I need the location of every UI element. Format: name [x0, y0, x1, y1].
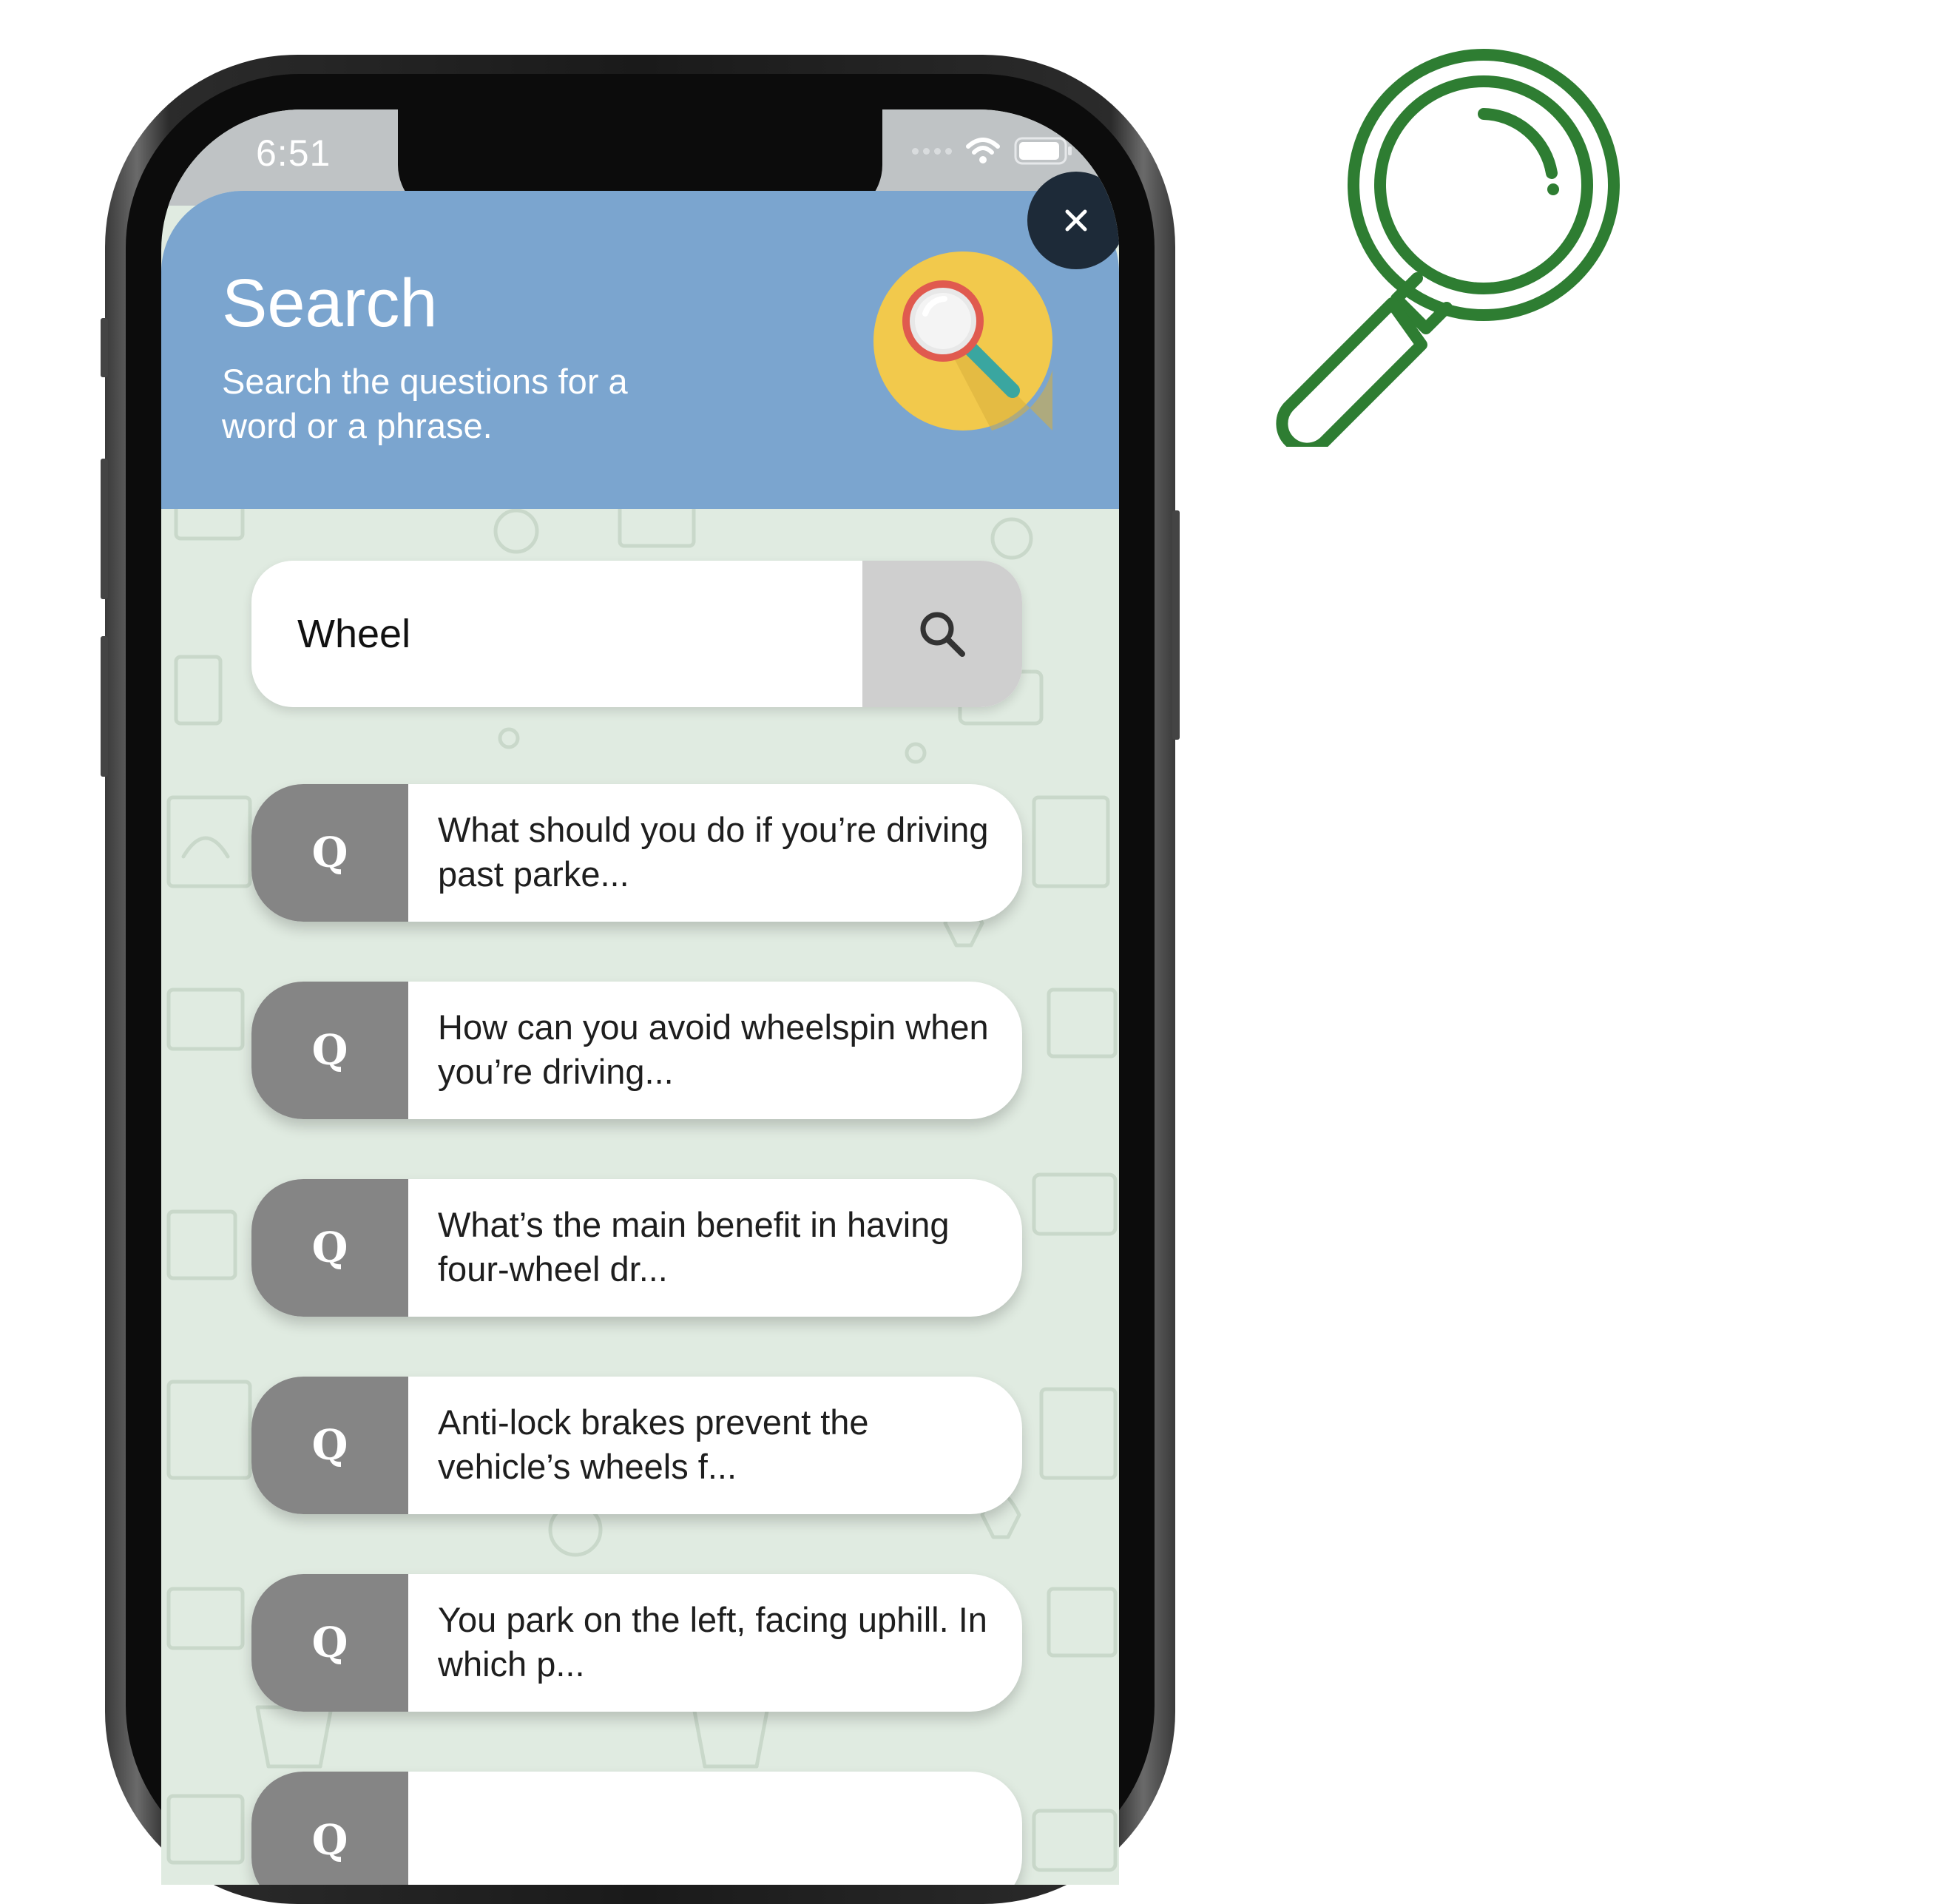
status-time: 6:51 — [256, 132, 331, 174]
volume-up-button — [101, 459, 108, 599]
mute-switch — [101, 318, 108, 377]
modal-header: Search Search the questions for a word o… — [161, 191, 1119, 509]
result-item[interactable]: Q How can you avoid wheelspin when you’r… — [251, 982, 1022, 1119]
question-badge: Q — [251, 1574, 408, 1712]
question-badge: Q — [251, 784, 408, 922]
question-badge: Q — [251, 1179, 408, 1317]
result-item[interactable]: Q What’s the main benefit in having four… — [251, 1179, 1022, 1317]
result-text: What should you do if you’re driving pas… — [438, 810, 989, 894]
question-badge: Q — [251, 1772, 408, 1885]
question-badge: Q — [251, 1377, 408, 1514]
result-item[interactable]: Q What should you do if you’re driving p… — [251, 784, 1022, 922]
search-button[interactable] — [862, 561, 1022, 707]
search-input[interactable] — [251, 561, 862, 707]
result-item[interactable]: Q — [251, 1772, 1022, 1885]
result-item[interactable]: Q Anti-lock brakes prevent the vehicle’s… — [251, 1377, 1022, 1514]
search-bar — [251, 561, 1022, 707]
magnifier-outline-icon — [1276, 49, 1620, 447]
question-badge: Q — [251, 982, 408, 1119]
battery-icon — [1014, 137, 1072, 165]
search-icon — [920, 612, 965, 657]
close-icon — [1065, 209, 1087, 232]
result-text: How can you avoid wheelspin when you’re … — [438, 1007, 989, 1091]
results-area: Q What should you do if you’re driving p… — [161, 509, 1119, 1885]
page-title: Search — [222, 266, 438, 341]
result-text: Anti-lock brakes prevent the vehicle’s w… — [438, 1402, 869, 1486]
magnifier-badge-icon — [873, 251, 1052, 431]
search-modal: Search Search the questions for a word o… — [161, 191, 1119, 1885]
close-button[interactable] — [1027, 172, 1119, 269]
power-button — [1172, 510, 1180, 740]
wifi-icon — [966, 138, 1000, 163]
result-text: You park on the left, facing uphill. In … — [438, 1600, 987, 1684]
result-text: What’s the main benefit in having four-w… — [438, 1205, 950, 1289]
phone-screen: 6:51 Search Search the questions for a w… — [161, 109, 1119, 1885]
page-subtitle: Search the questions for a word or a phr… — [222, 362, 628, 445]
result-item[interactable]: Q You park on the left, facing uphill. I… — [251, 1574, 1022, 1712]
signal-icon — [912, 147, 952, 155]
status-icons — [912, 136, 1073, 166]
scene: 6:51 Search Search the questions for a w… — [0, 0, 1940, 1904]
volume-down-button — [101, 636, 108, 777]
